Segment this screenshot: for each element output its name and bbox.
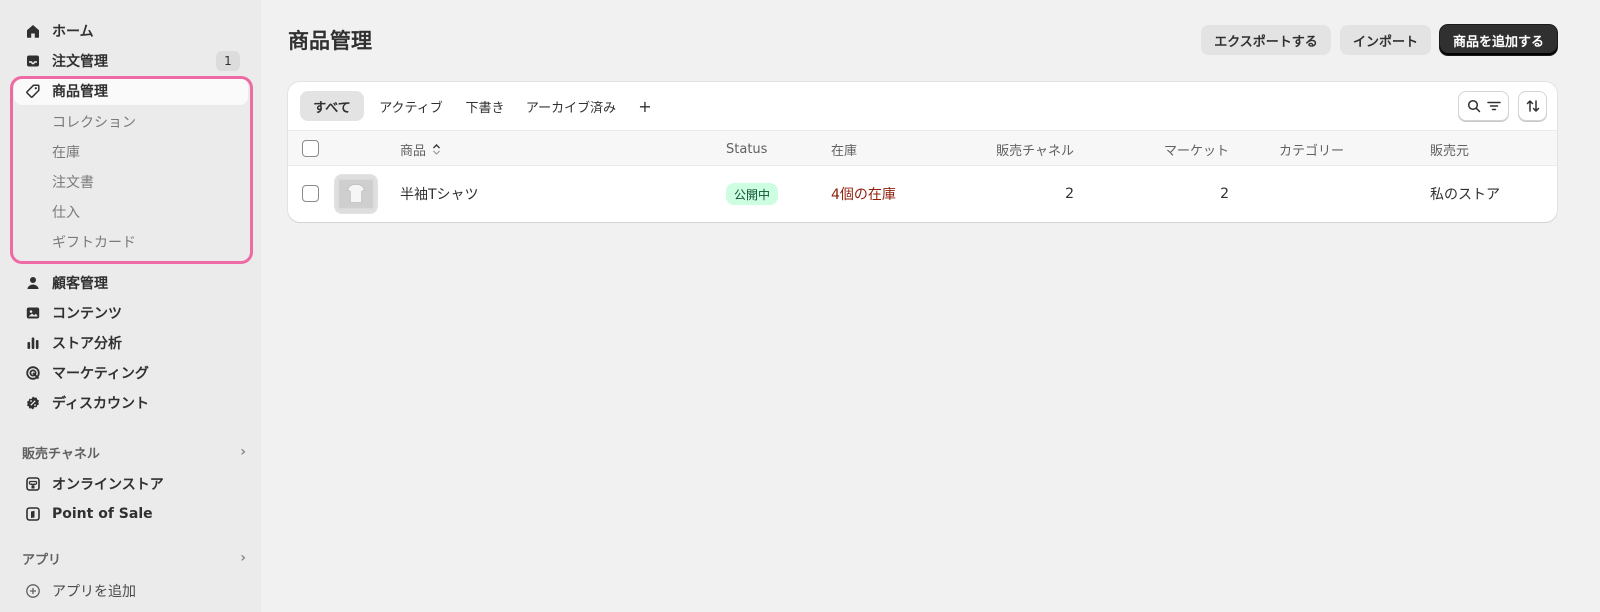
- column-header-markets: マーケット: [1163, 143, 1229, 159]
- tab-active[interactable]: アクティブ: [370, 91, 452, 121]
- sidebar: ホーム 注文管理 1 商品管理 コレクション 在庫 注文書 仕入 ギフトカード …: [0, 0, 261, 612]
- select-all-checkbox[interactable]: [302, 140, 319, 157]
- sidebar-item-label: 顧客管理: [52, 276, 108, 292]
- filter-tabs: すべて アクティブ 下書き アーカイブ済み +: [288, 82, 1557, 130]
- discount-icon: [24, 394, 42, 412]
- search-icon: [1467, 99, 1480, 113]
- markets-cell: 2: [1220, 186, 1229, 202]
- sort-button[interactable]: [1518, 91, 1547, 121]
- bar-chart-icon: [24, 334, 42, 352]
- table-header: 商品 Status 在庫 販売チャネル マーケット カテゴリー 販売元: [288, 130, 1557, 166]
- inventory-cell: 4個の在庫: [831, 187, 896, 203]
- table-row[interactable]: 半袖Tシャツ 公開中 4個の在庫 2 2 私のストア: [288, 166, 1557, 222]
- column-header-channels: 販売チャネル: [996, 143, 1074, 159]
- page-title: 商品管理: [288, 29, 372, 53]
- sidebar-subitem-gift-cards[interactable]: ギフトカード: [14, 229, 248, 255]
- column-header-inventory: 在庫: [831, 143, 858, 159]
- sidebar-item-online-store[interactable]: オンラインストア: [14, 470, 248, 498]
- channels-cell: 2: [1065, 186, 1074, 202]
- person-icon: [24, 274, 42, 292]
- sidebar-item-label: ディスカウント: [52, 396, 150, 412]
- sidebar-item-label: 商品管理: [52, 84, 108, 100]
- sidebar-item-label: マーケティング: [52, 366, 149, 382]
- sidebar-item-label: オンラインストア: [52, 477, 164, 493]
- sidebar-subitem-transfers[interactable]: 仕入: [14, 199, 248, 225]
- apps-heading[interactable]: アプリ ›: [22, 547, 248, 569]
- chevron-right-icon[interactable]: ›: [240, 444, 246, 460]
- product-name-link[interactable]: 半袖Tシャツ: [400, 166, 479, 222]
- chevron-right-icon[interactable]: ›: [240, 550, 246, 566]
- target-icon: [24, 364, 42, 382]
- sidebar-item-label: コンテンツ: [52, 306, 122, 322]
- vendor-cell: 私のストア: [1430, 187, 1500, 203]
- sidebar-item-label: ストア分析: [52, 336, 122, 352]
- product-thumbnail[interactable]: [334, 174, 378, 214]
- sidebar-item-label: Point of Sale: [52, 506, 153, 522]
- sales-channels-heading-label: 販売チャネル: [22, 446, 100, 462]
- sidebar-subitem-collections[interactable]: コレクション: [14, 109, 248, 135]
- sidebar-item-home[interactable]: ホーム: [14, 17, 248, 45]
- column-header-label: 商品: [400, 143, 427, 159]
- column-header-category: カテゴリー: [1279, 143, 1345, 159]
- sidebar-item-point-of-sale[interactable]: Point of Sale: [14, 500, 248, 528]
- tab-all[interactable]: すべて: [300, 91, 364, 121]
- sidebar-item-marketing[interactable]: マーケティング: [14, 359, 248, 387]
- sidebar-item-add-app[interactable]: アプリを追加: [14, 577, 248, 605]
- sidebar-item-label: アプリを追加: [52, 584, 136, 600]
- row-checkbox[interactable]: [302, 185, 319, 202]
- status-badge: 公開中: [726, 183, 779, 205]
- tab-draft[interactable]: 下書き: [458, 91, 512, 121]
- home-icon: [24, 22, 42, 40]
- tab-archived[interactable]: アーカイブ済み: [519, 91, 623, 121]
- column-header-vendor: 販売元: [1430, 143, 1470, 159]
- tshirt-image: [335, 175, 377, 213]
- order-count-badge: 1: [216, 51, 240, 71]
- status-cell: 公開中: [726, 166, 779, 222]
- sidebar-subitem-inventory[interactable]: 在庫: [14, 139, 248, 165]
- sidebar-item-label: ホーム: [52, 24, 94, 40]
- sidebar-subitem-purchase-orders[interactable]: 注文書: [14, 169, 248, 195]
- sidebar-item-customers[interactable]: 顧客管理: [14, 269, 248, 297]
- apps-heading-label: アプリ: [22, 552, 62, 568]
- filter-icon: [1486, 101, 1501, 111]
- sidebar-item-orders[interactable]: 注文管理 1: [14, 47, 248, 75]
- tag-icon: [24, 82, 42, 100]
- sidebar-item-content[interactable]: コンテンツ: [14, 299, 248, 327]
- add-product-button[interactable]: 商品を追加する: [1440, 25, 1557, 55]
- image-icon: [24, 304, 42, 322]
- pos-icon: [24, 505, 42, 523]
- add-view-button[interactable]: +: [630, 91, 660, 121]
- sidebar-item-analytics[interactable]: ストア分析: [14, 329, 248, 357]
- sidebar-item-label: 注文管理: [52, 54, 108, 70]
- plus-circle-icon: [24, 582, 42, 600]
- sidebar-item-discounts[interactable]: ディスカウント: [14, 389, 248, 417]
- inbox-icon: [24, 52, 42, 70]
- column-header-status: Status: [726, 141, 768, 157]
- column-header-product[interactable]: 商品: [400, 131, 441, 167]
- sales-channels-heading[interactable]: 販売チャネル ›: [22, 441, 248, 463]
- products-table-card: すべて アクティブ 下書き アーカイブ済み + 商品 Status 在庫 販売チ…: [288, 82, 1557, 222]
- sidebar-item-products[interactable]: 商品管理: [14, 77, 248, 105]
- sort-icon: [1526, 100, 1539, 112]
- store-icon: [24, 475, 42, 493]
- export-button[interactable]: エクスポートする: [1201, 25, 1331, 55]
- search-filter-button[interactable]: [1458, 91, 1509, 121]
- import-button[interactable]: インポート: [1340, 25, 1431, 55]
- sort-chevron-icon: [432, 143, 441, 156]
